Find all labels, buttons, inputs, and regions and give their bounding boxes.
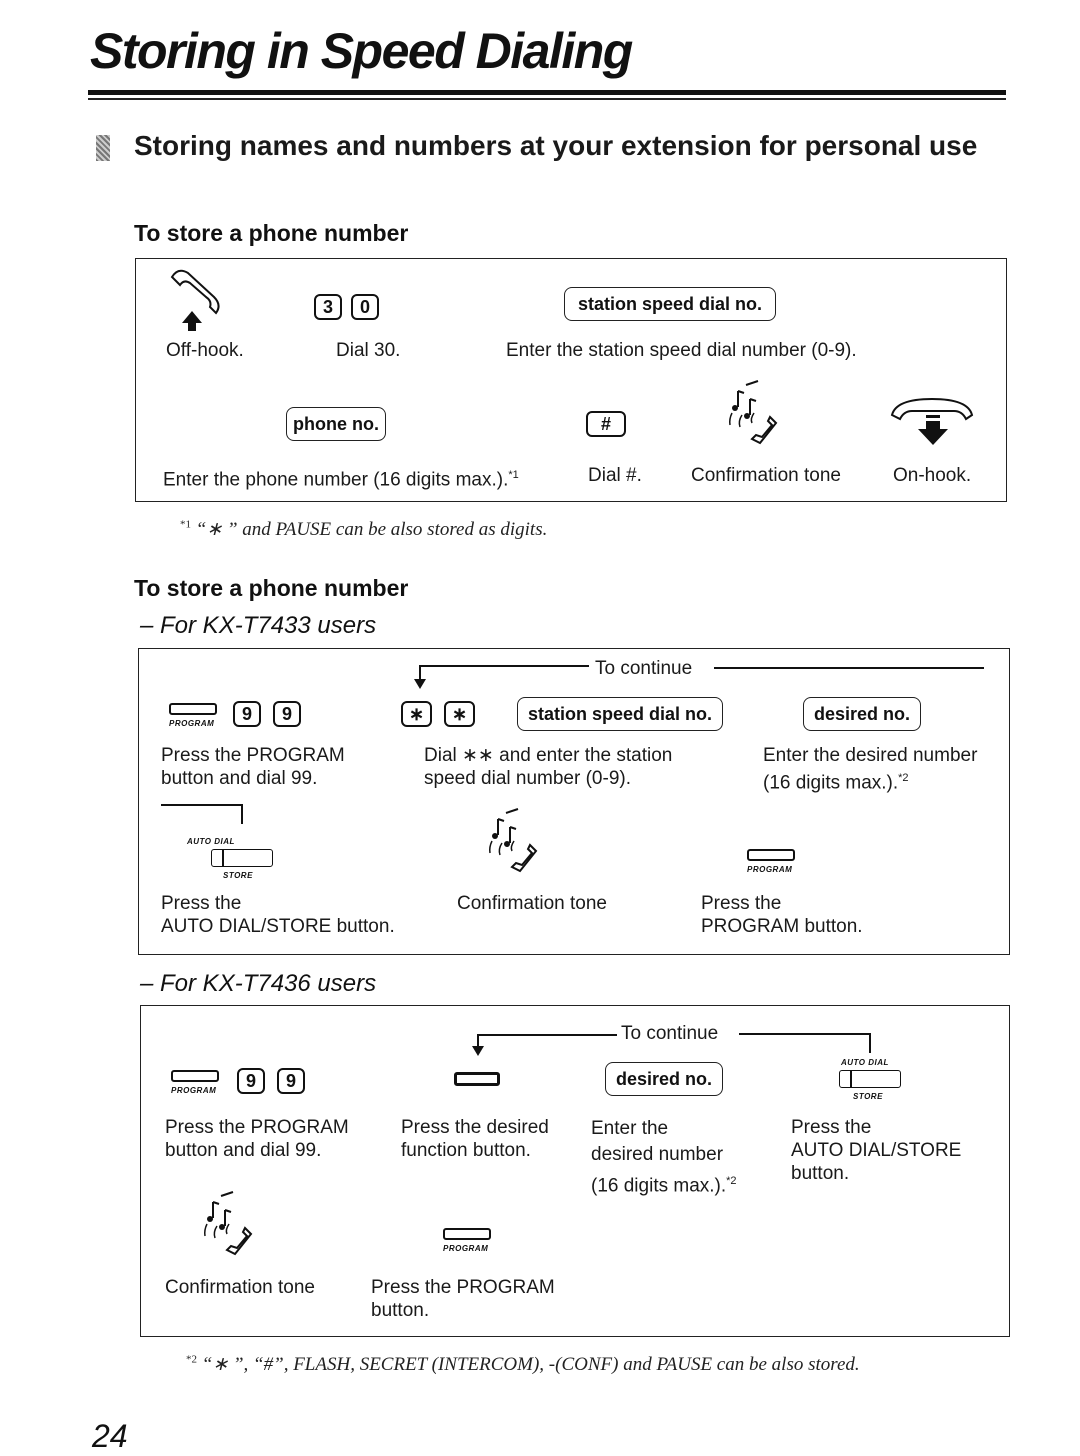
kx7436-box: To continue PROGRAM 9 9 desired no. AUTO… — [140, 1005, 1010, 1337]
function-button-icon — [454, 1072, 500, 1086]
caption-desired-number: Enter the desired number (16 digits max.)… — [763, 745, 978, 794]
caption-dial-30: Dial 30. — [336, 340, 401, 361]
caption-press-program: Press the PROGRAM button and dial 99. — [161, 745, 345, 789]
model-label-kx7436: – For KX-T7436 users — [140, 970, 377, 997]
continue-arrow-icon — [414, 679, 426, 689]
program-button-icon — [169, 703, 217, 715]
block1-heading: To store a phone number — [134, 220, 409, 246]
connector-line-down — [241, 804, 243, 824]
store-label: STORE — [853, 1092, 883, 1101]
desired-no-field: desired no. — [605, 1062, 723, 1096]
block1-box: 3 0 station speed dial no. Off-hook. Dia… — [135, 258, 1007, 502]
continue-line-up — [869, 1033, 871, 1053]
auto-dial-store-button-icon — [839, 1070, 901, 1088]
key-9: 9 — [277, 1068, 305, 1094]
block2-heading: To store a phone number — [134, 575, 409, 601]
store-label: STORE — [223, 871, 253, 880]
caption-phone-number: Enter the phone number (16 digits max.).… — [163, 469, 519, 491]
confirmation-tone-icon — [489, 808, 538, 873]
continue-line-left — [419, 665, 589, 667]
caption-station-speed-dial: Enter the station speed dial number (0-9… — [506, 340, 857, 361]
key-3: 3 — [314, 294, 342, 320]
confirmation-tone-icon — [204, 1191, 253, 1256]
program-button-icon — [443, 1228, 491, 1240]
caption-off-hook: Off-hook. — [166, 340, 244, 361]
caption-press-program: Press the PROGRAM button and dial 99. — [165, 1117, 349, 1161]
caption-press-auto-dial: Press the AUTO DIAL/STORE button. — [161, 893, 395, 937]
confirmation-tone-icon — [729, 380, 778, 445]
caption-confirmation-tone: Confirmation tone — [165, 1277, 315, 1298]
auto-dial-label: AUTO DIAL — [187, 837, 235, 846]
caption-dial-hash: Dial #. — [588, 465, 642, 486]
off-hook-icon — [170, 269, 220, 331]
kx7433-box: To continue PROGRAM 9 9 ∗ ∗ station spee… — [138, 648, 1010, 955]
key-9: 9 — [273, 701, 301, 727]
key-9: 9 — [233, 701, 261, 727]
footnote-1: *1 “∗ ” and PAUSE can be also stored as … — [180, 518, 548, 540]
program-button-label: PROGRAM — [443, 1244, 489, 1253]
caption-confirmation-tone: Confirmation tone — [691, 465, 841, 486]
continue-line-right — [739, 1033, 871, 1035]
caption-confirmation-tone: Confirmation tone — [457, 893, 607, 914]
model-label-kx7433: – For KX-T7433 users — [140, 612, 377, 639]
key-0: 0 — [351, 294, 379, 320]
station-speed-dial-field: station speed dial no. — [564, 287, 776, 321]
key-hash: # — [586, 411, 626, 437]
program-button-label: PROGRAM — [169, 719, 215, 728]
caption-press-auto-dial: Press the AUTO DIAL/STORE button. — [791, 1117, 962, 1184]
program-button-icon — [747, 849, 795, 861]
program-button-icon — [171, 1070, 219, 1082]
caption-dial-star-star: Dial ∗∗ and enter the station speed dial … — [424, 745, 673, 789]
to-continue-label: To continue — [621, 1023, 719, 1044]
to-continue-label: To continue — [595, 658, 693, 679]
program-button-label: PROGRAM — [747, 865, 793, 874]
on-hook-icon — [890, 397, 974, 445]
auto-dial-store-button-icon — [211, 849, 273, 867]
title-rule — [88, 90, 1006, 95]
footnote-2: *2 “∗ ”, “#”, FLASH, SECRET (INTERCOM), … — [186, 1353, 860, 1375]
continue-line-right — [714, 667, 984, 669]
page-number: 24 — [92, 1418, 128, 1454]
continue-arrow-icon — [472, 1046, 484, 1056]
key-star: ∗ — [444, 701, 476, 727]
page-title: Storing in Speed Dialing — [90, 23, 633, 79]
caption-press-function: Press the desired function button. — [401, 1117, 549, 1161]
connector-line — [161, 804, 243, 806]
caption-press-program: Press the PROGRAM button. — [371, 1277, 555, 1321]
caption-press-program: Press the PROGRAM button. — [701, 893, 863, 937]
phone-no-field: phone no. — [286, 407, 386, 441]
key-9: 9 — [237, 1068, 265, 1094]
caption-on-hook: On-hook. — [893, 465, 972, 486]
continue-line-left — [477, 1034, 617, 1036]
program-button-label: PROGRAM — [171, 1086, 217, 1095]
section-heading: Storing names and numbers at your extens… — [134, 130, 978, 161]
note-ref-1: *1 — [508, 469, 519, 481]
key-star: ∗ — [401, 701, 433, 727]
section-marker-icon — [96, 135, 110, 161]
caption-desired-number: Enter the desired number (16 digits max.).… — [591, 1118, 737, 1197]
title-rule-thin — [88, 98, 1006, 100]
station-speed-dial-field: station speed dial no. — [517, 697, 723, 731]
desired-no-field: desired no. — [803, 697, 921, 731]
auto-dial-label: AUTO DIAL — [841, 1058, 889, 1067]
